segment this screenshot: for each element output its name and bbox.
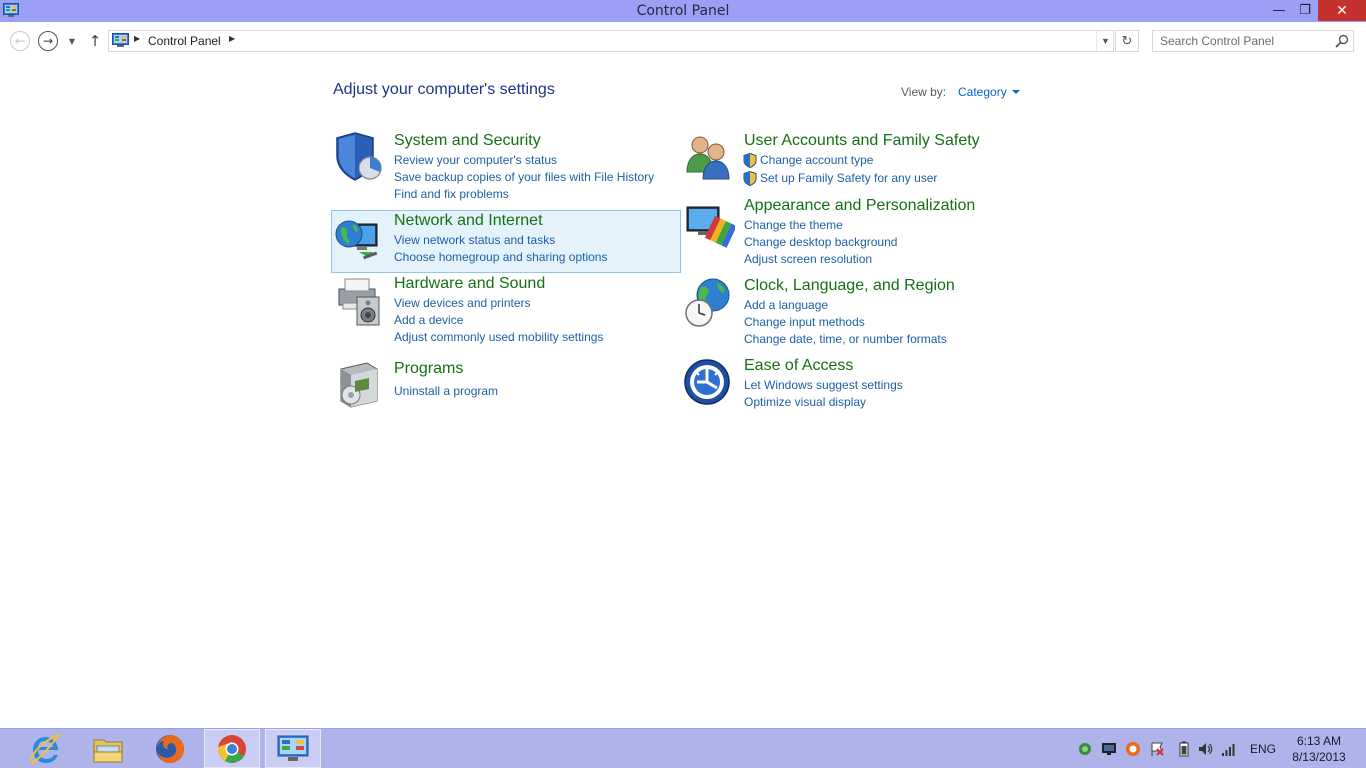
link-devices-printers[interactable]: View devices and printers xyxy=(394,296,531,310)
close-button[interactable]: ✕ xyxy=(1318,0,1366,21)
category-title[interactable]: Hardware and Sound xyxy=(394,275,545,293)
link-screen-resolution[interactable]: Adjust screen resolution xyxy=(744,252,872,266)
clock-time[interactable]: 6:13 AM xyxy=(1284,734,1354,748)
chevron-right-icon[interactable]: ▶ xyxy=(134,34,140,43)
link-uninstall-program[interactable]: Uninstall a program xyxy=(394,384,498,398)
uac-shield-icon xyxy=(743,171,757,186)
control-panel-icon xyxy=(277,735,309,761)
network-tray-icon[interactable] xyxy=(1077,741,1093,757)
caret-down-icon[interactable] xyxy=(1011,90,1020,94)
recent-locations-button[interactable]: ▼ xyxy=(66,34,78,48)
category-user-accounts: User Accounts and Family Safety Change a… xyxy=(683,132,1023,188)
link-windows-suggest[interactable]: Let Windows suggest settings xyxy=(744,378,903,392)
category-clock-language-region: Clock, Language, and Region Add a langua… xyxy=(683,277,1023,349)
link-optimize-display[interactable]: Optimize visual display xyxy=(744,395,866,409)
address-dropdown-button[interactable]: ▼ xyxy=(1096,31,1114,51)
category-network-and-internet: Network and Internet View network status… xyxy=(333,212,673,272)
minimize-button[interactable]: — xyxy=(1266,0,1292,21)
category-ease-of-access: Ease of Access Let Windows suggest setti… xyxy=(683,357,1023,413)
up-button[interactable]: ↑ xyxy=(86,31,104,51)
chrome-icon xyxy=(217,734,246,763)
category-system-and-security: System and Security Review your computer… xyxy=(333,132,673,204)
chevron-right-icon[interactable]: ▶ xyxy=(229,34,235,43)
link-review-status[interactable]: Review your computer's status xyxy=(394,153,557,167)
link-family-safety[interactable]: Set up Family Safety for any user xyxy=(760,171,937,185)
printer-speaker-icon[interactable] xyxy=(333,275,385,327)
link-desktop-background[interactable]: Change desktop background xyxy=(744,235,897,249)
link-file-history[interactable]: Save backup copies of your files with Fi… xyxy=(394,170,654,184)
users-icon[interactable] xyxy=(683,132,735,184)
language-indicator[interactable]: ENG xyxy=(1250,742,1276,756)
back-button[interactable]: ← xyxy=(10,31,30,51)
view-by-value[interactable]: Category xyxy=(958,85,1007,99)
control-panel-icon xyxy=(112,33,129,47)
file-explorer-icon xyxy=(93,739,123,762)
category-title[interactable]: Appearance and Personalization xyxy=(744,197,975,215)
link-network-status[interactable]: View network status and tasks xyxy=(394,233,555,247)
category-title[interactable]: Network and Internet xyxy=(394,212,543,230)
address-bar[interactable]: ▶ Control Panel ▶ xyxy=(108,30,1114,52)
ease-of-access-icon[interactable] xyxy=(683,357,735,409)
link-find-fix-problems[interactable]: Find and fix problems xyxy=(394,187,509,201)
category-title[interactable]: System and Security xyxy=(394,132,541,150)
view-by-label: View by: xyxy=(901,85,947,99)
page-title: Adjust your computer's settings xyxy=(333,81,555,98)
uac-shield-icon xyxy=(743,153,757,168)
search-box[interactable] xyxy=(1152,30,1354,52)
link-change-account-type[interactable]: Change account type xyxy=(760,153,873,167)
category-title[interactable]: Ease of Access xyxy=(744,357,853,375)
clock-globe-icon[interactable] xyxy=(683,277,735,329)
signal-tray-icon[interactable] xyxy=(1221,741,1237,757)
battery-tray-icon[interactable] xyxy=(1176,741,1192,757)
firefox-icon xyxy=(156,734,184,763)
forward-button[interactable]: → xyxy=(38,31,58,51)
title-bar: Control Panel — ❐ ✕ xyxy=(0,0,1366,22)
category-appearance: Appearance and Personalization Change th… xyxy=(683,197,1023,269)
category-hardware-and-sound: Hardware and Sound View devices and prin… xyxy=(333,275,673,347)
taskbar: ENG 6:13 AM 8/13/2013 xyxy=(0,728,1366,768)
taskbar-firefox[interactable] xyxy=(142,729,198,768)
avast-tray-icon[interactable] xyxy=(1125,741,1141,757)
volume-tray-icon[interactable] xyxy=(1197,741,1213,757)
taskbar-control-panel[interactable] xyxy=(265,729,321,768)
navigation-bar: ← → ▼ ↑ ▶ Control Panel ▶ ▼ ↻ xyxy=(0,22,1366,60)
link-add-language[interactable]: Add a language xyxy=(744,298,828,312)
flag-tray-icon[interactable] xyxy=(1149,741,1165,757)
clock-date[interactable]: 8/13/2013 xyxy=(1284,750,1354,764)
internet-explorer-icon xyxy=(29,732,61,765)
programs-box-icon[interactable] xyxy=(333,359,385,411)
view-by-dropdown[interactable]: Category xyxy=(958,85,1020,99)
taskbar-file-explorer[interactable] xyxy=(80,729,136,768)
maximize-button[interactable]: ❐ xyxy=(1292,0,1318,21)
shield-icon[interactable] xyxy=(333,132,385,184)
link-add-device[interactable]: Add a device xyxy=(394,313,463,327)
link-homegroup[interactable]: Choose homegroup and sharing options xyxy=(394,250,607,264)
monitor-palette-icon[interactable] xyxy=(683,197,735,249)
link-mobility-settings[interactable]: Adjust commonly used mobility settings xyxy=(394,330,603,344)
category-title[interactable]: Clock, Language, and Region xyxy=(744,277,955,295)
window-title: Control Panel xyxy=(636,3,730,19)
link-change-theme[interactable]: Change the theme xyxy=(744,218,843,232)
globe-network-icon[interactable] xyxy=(333,212,385,264)
category-title[interactable]: User Accounts and Family Safety xyxy=(744,132,980,150)
search-icon[interactable] xyxy=(1335,34,1349,48)
taskbar-chrome[interactable] xyxy=(204,729,260,768)
refresh-button[interactable]: ↻ xyxy=(1115,30,1139,52)
search-input[interactable] xyxy=(1153,31,1331,51)
category-programs: Programs Uninstall a program xyxy=(333,359,673,408)
monitor-tray-icon[interactable] xyxy=(1101,741,1117,757)
taskbar-internet-explorer[interactable] xyxy=(17,729,73,768)
link-input-methods[interactable]: Change input methods xyxy=(744,315,865,329)
category-title[interactable]: Programs xyxy=(394,360,463,378)
breadcrumb-control-panel[interactable]: Control Panel xyxy=(148,34,221,48)
link-date-time-formats[interactable]: Change date, time, or number formats xyxy=(744,332,947,346)
